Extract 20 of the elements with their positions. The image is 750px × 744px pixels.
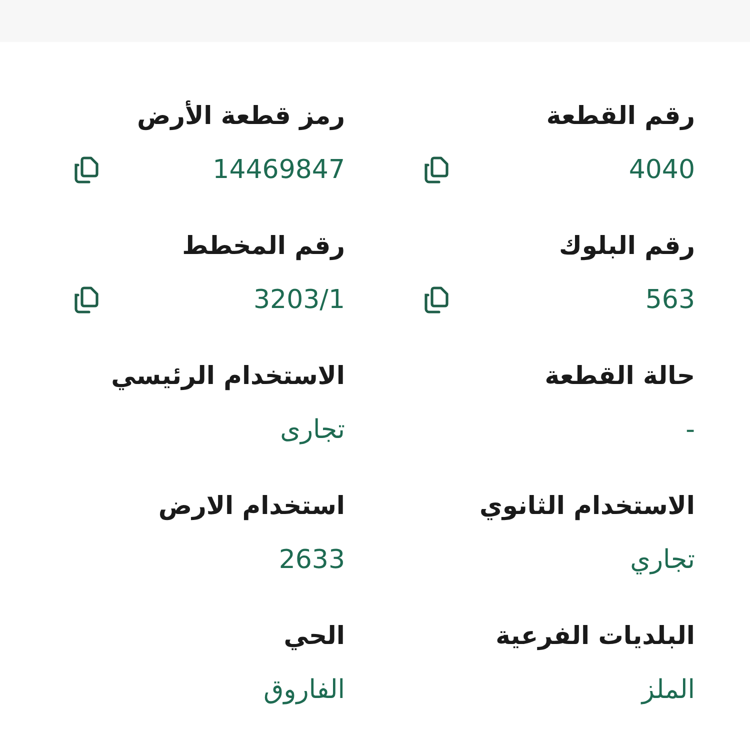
field-value: الفاروق <box>263 675 345 705</box>
field-value: تجارى <box>280 415 345 445</box>
field-label: الاستخدام الثانوي <box>478 490 695 522</box>
field-label: البلديات الفرعية <box>494 620 695 652</box>
field-value: 563 <box>645 285 695 315</box>
field-value: تجاري <box>630 545 695 575</box>
field-value: 14469847 <box>212 155 345 185</box>
field-value: الملز <box>642 675 695 705</box>
field-label: رمز قطعة الأرض <box>136 99 345 132</box>
field-label: الحي <box>282 620 345 652</box>
field-label: رقم البلوك <box>558 230 695 262</box>
field-label: الاستخدام الرئيسي <box>110 360 345 392</box>
field-label: رقم القطعة <box>545 100 695 132</box>
field-label: استخدام الارض <box>157 490 345 522</box>
field-value: 2633 <box>278 545 345 575</box>
field-label: رقم المخطط <box>181 230 345 262</box>
field-value: 3203/1 <box>254 285 345 315</box>
field-value: 4040 <box>628 155 695 185</box>
field-label: حالة القطعة <box>544 360 695 392</box>
field-value: - <box>686 415 695 445</box>
